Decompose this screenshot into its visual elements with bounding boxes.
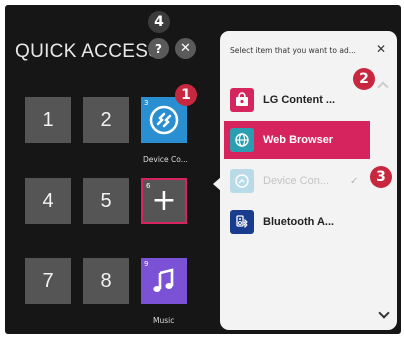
tile-2[interactable]: 2 [83,97,129,143]
tile-caption-music: Music [153,316,175,325]
lg-content-store-icon [230,88,254,112]
tile-1[interactable]: 1 [25,97,71,143]
quick-access-title: QUICK ACCESS [15,41,162,62]
callout-badge-2: 2 [353,68,375,90]
tile-add-slot[interactable]: 6 + [141,178,187,224]
tile-5[interactable]: 5 [83,178,129,224]
tile-music[interactable]: 9 [141,258,187,304]
item-label: Device Con... [263,175,330,187]
scroll-up-icon[interactable] [377,81,389,93]
music-note-icon [153,268,174,292]
globe-icon [230,128,254,152]
tile-7[interactable]: 7 [25,258,71,304]
tile-8[interactable]: 8 [83,258,129,304]
list-item-device-connector[interactable]: Device Con... ✓ [224,162,370,200]
close-button[interactable]: ✕ [175,38,196,59]
callout-badge-1: 1 [175,84,197,106]
item-label: Bluetooth A... [263,216,335,228]
list-item-web-browser[interactable]: Web Browser [224,121,370,159]
callout-badge-3: 3 [370,166,392,188]
tile-index: 3 [144,99,149,107]
tv-screen: QUICK ACCESS ? ✕ 1 2 3 Device Co... 4 5 … [5,5,401,334]
tile-index: 6 [146,182,151,190]
item-label: Web Browser [263,134,334,146]
chevron-down-icon[interactable] [378,307,390,319]
list-item-bluetooth-audio[interactable]: Bluetooth A... [224,203,370,241]
panel-close-button[interactable]: ✕ [376,42,386,56]
panel-heading: Select item that you want to ad... [230,46,356,55]
list-item-lg-content-store[interactable]: LG Content ... [224,81,370,119]
add-icon: + [151,183,177,218]
tile-index: 9 [144,260,149,268]
device-connector-icon [149,105,179,135]
checkmark-icon: ✓ [350,175,359,187]
help-button[interactable]: ? [148,38,169,59]
bluetooth-device-icon [230,210,254,234]
tile-4[interactable]: 4 [25,178,71,224]
device-connector-icon [230,169,254,193]
tile-caption-device-connector: Device Co... [143,155,188,164]
callout-badge-4: 4 [148,11,170,33]
item-label: LG Content ... [263,94,336,106]
